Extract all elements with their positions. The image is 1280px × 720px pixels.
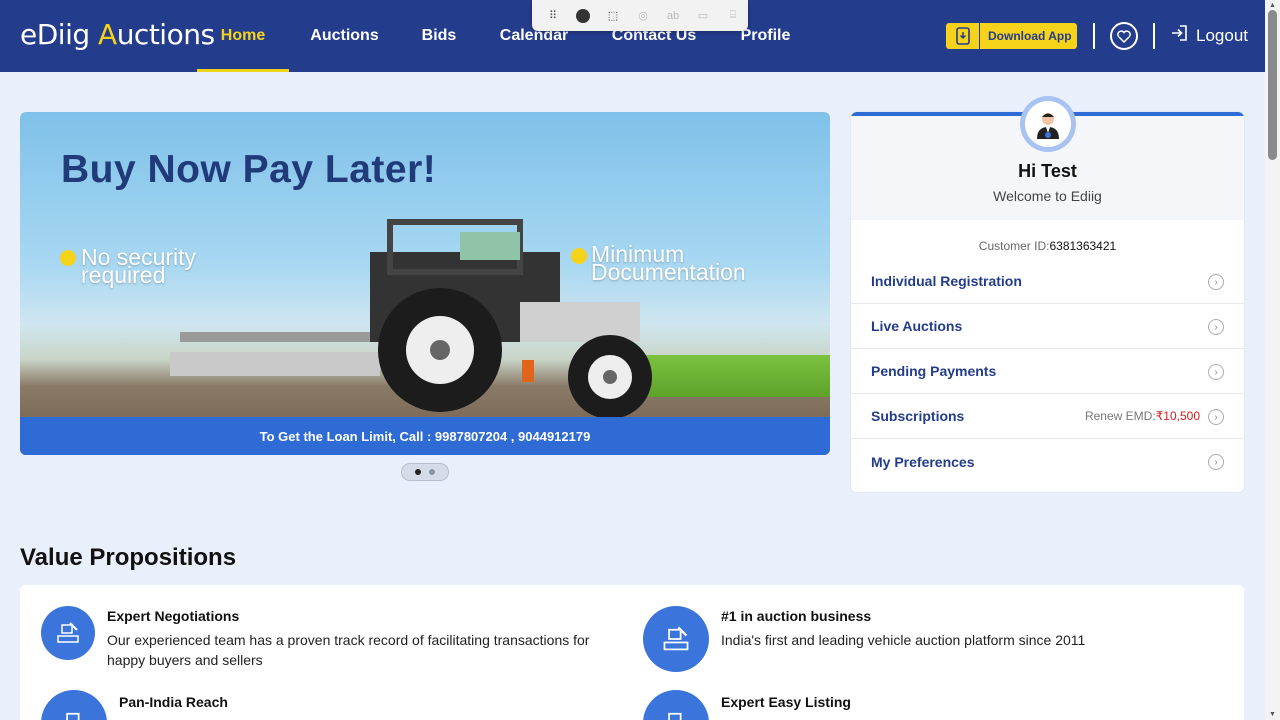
banner-bullet-1: No security required [81, 244, 197, 288]
profile-menu: Individual Registration › Live Auctions … [851, 259, 1244, 484]
code-icon[interactable]: ⌸ [718, 9, 748, 22]
vp-description: India's first and leading vehicle auctio… [721, 632, 1086, 648]
auction-gavel-icon [41, 606, 95, 660]
drag-handle-icon[interactable]: ⠿ [538, 9, 568, 22]
divider [1093, 23, 1095, 49]
tractor-image [170, 219, 652, 419]
nav-bids[interactable]: Bids [400, 0, 478, 72]
carousel-pager[interactable] [401, 463, 449, 481]
nav-auctions[interactable]: Auctions [289, 0, 400, 72]
check-icon [571, 248, 587, 264]
vp-title: Expert Easy Listing [721, 694, 851, 710]
section-title: Value Propositions [20, 544, 237, 571]
banner-headline: Buy Now Pay Later! [61, 148, 437, 191]
chevron-right-icon: › [1208, 319, 1224, 335]
banner-contact-strip: To Get the Loan Limit, Call : 9987807204… [20, 417, 830, 455]
auction-gavel-icon [643, 606, 709, 672]
vp-title: #1 in auction business [721, 608, 872, 624]
logout-label: Logout [1196, 25, 1248, 45]
menu-live-auctions[interactable]: Live Auctions › [851, 304, 1244, 349]
download-app-label: Download App [988, 29, 1072, 43]
greeting: Hi Test [1018, 161, 1077, 181]
record-icon[interactable] [568, 8, 598, 23]
menu-my-preferences[interactable]: My Preferences › [851, 439, 1244, 484]
scroll-up-icon[interactable]: ▲ [1268, 2, 1277, 10]
welcome-text: Welcome to Ediig [993, 188, 1102, 204]
nav-home[interactable]: Home [197, 0, 289, 72]
wishlist-heart-icon[interactable] [1110, 22, 1138, 50]
promo-banner[interactable]: Buy Now Pay Later! No security required M… [20, 112, 830, 455]
vp-title: Expert Negotiations [107, 608, 240, 624]
logo-text-1: eDiig [20, 18, 99, 51]
select-area-icon[interactable]: ⬚ [598, 9, 628, 22]
banner-bullet-2: Minimum Documentation [591, 241, 746, 285]
logo-text-2: A [98, 18, 117, 51]
logout-button[interactable]: Logout [1170, 24, 1248, 47]
vp-title: Pan-India Reach [119, 694, 228, 710]
chevron-right-icon: › [1208, 274, 1224, 290]
user-icon [1037, 113, 1059, 139]
check-icon [60, 250, 76, 266]
ediig-logo[interactable]: eDiig Auctions [20, 18, 215, 51]
scrollbar-thumb[interactable] [1268, 10, 1277, 160]
text-icon[interactable]: ab [658, 10, 688, 22]
menu-individual-registration[interactable]: Individual Registration › [851, 259, 1244, 304]
logout-icon [1170, 24, 1188, 47]
menu-pending-payments[interactable]: Pending Payments › [851, 349, 1244, 394]
renew-emd: Renew EMD:₹10,500 [1084, 409, 1200, 423]
download-app-button[interactable]: Download App [946, 23, 1077, 49]
phone-download-icon [946, 23, 980, 49]
eye-icon[interactable]: ◎ [628, 9, 658, 22]
divider [1153, 23, 1155, 49]
scroll-down-icon[interactable]: ▼ [1268, 711, 1277, 719]
chevron-right-icon: › [1208, 409, 1224, 425]
customer-id: Customer ID:6381363421 [978, 239, 1117, 253]
carousel-dot-1[interactable] [415, 469, 421, 475]
vp-description: Our experienced team has a proven track … [107, 632, 590, 668]
chevron-right-icon: › [1208, 364, 1224, 380]
form-icon[interactable]: ▭ [688, 9, 718, 22]
carousel-dot-2[interactable] [429, 469, 435, 475]
chevron-right-icon: › [1208, 454, 1224, 470]
user-avatar [1020, 96, 1076, 152]
menu-subscriptions[interactable]: Subscriptions Renew EMD:₹10,500 › [851, 394, 1244, 439]
floating-toolbar: ⠿ ⬚ ◎ ab ▭ ⌸ [532, 0, 748, 31]
